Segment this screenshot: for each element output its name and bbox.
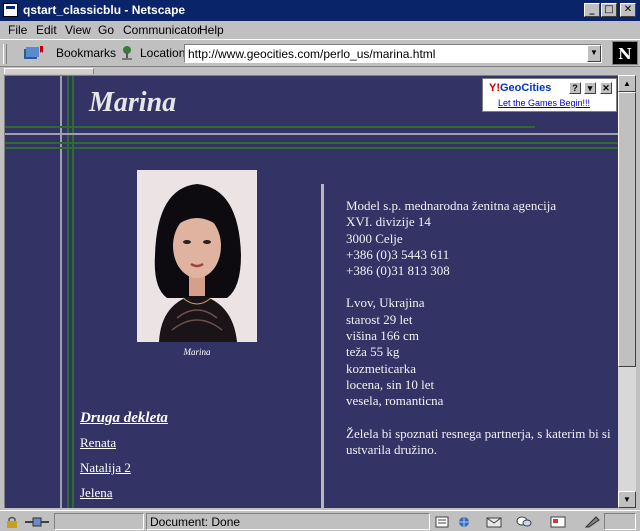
scroll-up-button[interactable]: ▲	[618, 75, 636, 92]
vertical-rule-green-1	[67, 76, 69, 508]
security-lock-icon[interactable]	[4, 516, 20, 528]
minimize-button[interactable]: _	[584, 3, 600, 17]
portrait-image	[137, 170, 257, 342]
profile-info: Model s.p. mednarodna ženitna agencija X…	[346, 198, 616, 458]
agency-phone: +386 (0)3 5443 611	[346, 246, 450, 262]
navigator-icon[interactable]	[456, 516, 472, 528]
link-renata[interactable]: Renata	[80, 435, 116, 451]
menu-file[interactable]: File	[8, 23, 27, 37]
geocities-close-button[interactable]: ✕	[600, 82, 612, 94]
geocities-help-button[interactable]: ?	[569, 82, 581, 94]
maximize-button[interactable]: □	[601, 3, 617, 17]
resize-grip[interactable]	[604, 513, 636, 530]
mail-icon[interactable]	[486, 516, 502, 528]
horizontal-rule-gray	[5, 133, 618, 135]
scroll-thumb[interactable]	[618, 92, 636, 367]
collapsed-toolbar-strip	[0, 67, 640, 75]
link-jelena[interactable]: Jelena	[80, 485, 112, 501]
geocities-badge: Y!GeoCities ? ▾ ✕ Let the Games Begin!!!	[482, 78, 617, 112]
profile-occupation: kozmeticarka	[346, 360, 417, 376]
link-natalija-2[interactable]: Natalija 2	[80, 460, 131, 476]
profile-location: Lvov, Ukrajina	[346, 295, 425, 311]
profile-message: Želela bi spoznati resnega partnerja, s …	[346, 425, 611, 457]
scroll-down-button[interactable]: ▼	[618, 491, 636, 508]
menu-edit[interactable]: Edit	[36, 23, 57, 37]
agency-city: 3000 Celje	[346, 230, 403, 246]
menu-help[interactable]: Help	[199, 23, 224, 37]
status-text: Document: Done	[150, 515, 241, 529]
page-viewport: Marina Y!GeoCities ? ▾ ✕ Let the Games B…	[4, 75, 618, 508]
window-titlebar: qstart_classicblu - Netscape _ □ ✕	[0, 0, 640, 21]
other-girls-heading[interactable]: Druga dekleta	[80, 410, 168, 427]
url-dropdown-button[interactable]: ▼	[587, 45, 601, 62]
location-toolbar: Bookmarks Location: http://www.geocities…	[0, 39, 640, 67]
yahoo-mark: Y!	[489, 82, 500, 94]
vertical-rule-green-2	[72, 76, 74, 508]
connection-icon[interactable]	[24, 516, 50, 528]
status-bar: Document: Done	[0, 510, 640, 531]
pen-icon[interactable]	[584, 516, 600, 528]
horizontal-rule-green-1	[5, 126, 535, 128]
agency-name: Model s.p. mednarodna ženitna agencija	[346, 198, 557, 213]
menu-view[interactable]: View	[65, 23, 91, 37]
vertical-scrollbar[interactable]: ▲ ▼	[618, 75, 636, 508]
menu-communicator[interactable]: Communicator	[123, 23, 201, 37]
profile-family: locena, sin 10 let	[346, 376, 435, 392]
profile-age: starost 29 let	[346, 311, 413, 327]
content-divider	[321, 184, 324, 508]
profile-personality: vesela, romanticna	[346, 393, 444, 409]
geocities-brand: GeoCities	[500, 82, 552, 94]
geocities-tagline-link[interactable]: Let the Games Begin!!!	[498, 98, 590, 108]
window-title: qstart_classicblu - Netscape	[23, 3, 186, 17]
bookmarks-icon[interactable]	[22, 45, 44, 61]
photo-caption: Marina	[183, 347, 211, 357]
page-title: Marina	[89, 87, 177, 118]
composer-icon[interactable]	[550, 516, 566, 528]
agency-street: XVI. divizije 14	[346, 214, 431, 230]
url-input[interactable]: http://www.geocities.com/perlo_us/marina…	[184, 44, 602, 63]
menu-go[interactable]: Go	[98, 23, 114, 37]
netscape-logo[interactable]: N	[612, 41, 638, 65]
profile-photo	[137, 170, 257, 342]
collapsed-toolbar-tab[interactable]	[4, 68, 94, 74]
agency-mobile: +386 (0)31 813 308	[346, 263, 450, 279]
menu-bar: File Edit View Go Communicator Help	[0, 21, 640, 39]
location-label: Location:	[140, 46, 189, 60]
profile-weight: teža 55 kg	[346, 344, 400, 360]
close-window-button[interactable]: ✕	[620, 3, 636, 17]
geocities-dropdown-button[interactable]: ▾	[584, 82, 596, 94]
location-icon	[122, 46, 132, 60]
horizontal-rule-green-3	[5, 147, 618, 149]
horizontal-rule-green-2	[5, 142, 618, 144]
discussion-icon[interactable]	[516, 516, 532, 528]
vertical-rule-gray	[60, 76, 62, 508]
list-icon[interactable]	[434, 516, 450, 528]
progress-meter	[54, 513, 144, 530]
profile-height: višina 166 cm	[346, 328, 419, 344]
geocities-logo[interactable]: Y!GeoCities	[489, 82, 551, 94]
bookmarks-label[interactable]: Bookmarks	[56, 46, 116, 60]
toolbar-grip[interactable]	[3, 44, 7, 64]
netscape-window-icon	[3, 3, 18, 17]
